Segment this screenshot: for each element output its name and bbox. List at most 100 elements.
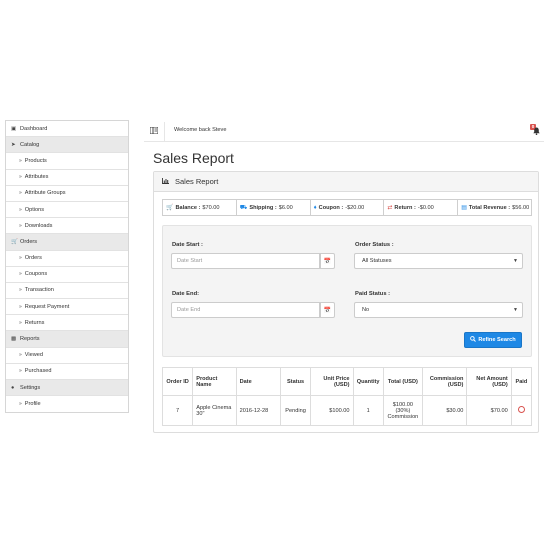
sidebar-item-label: Transaction (24, 287, 54, 294)
column-header-status[interactable]: Status (279, 367, 312, 396)
balance-value: $70.00 (202, 204, 220, 211)
sales-report-panel: Sales Report 🛒 Balance : $70.00 ⛟ Shippi… (153, 171, 539, 433)
tag-icon: ♦ (313, 204, 317, 211)
search-icon (470, 336, 477, 344)
revenue-summary: ▤ Total Revenue : $56.00 (458, 200, 531, 215)
sidebar-item-downloads[interactable]: » Downloads (6, 218, 128, 235)
shipping-value: $6.00 (278, 204, 293, 211)
sidebar-item-request-payment[interactable]: » Request Payment (6, 299, 128, 316)
column-header-paid[interactable]: Paid (510, 367, 533, 396)
sidebar-item-products[interactable]: » Products (6, 153, 128, 170)
date-end-label: Date End: (172, 291, 200, 297)
sidebar-item-label: Coupons (24, 271, 48, 278)
sidebar-item-purchased[interactable]: » Purchased (6, 363, 128, 380)
double-chevron-right-icon: » (19, 157, 22, 164)
sidebar-item-label: Viewed (24, 352, 44, 359)
sidebar-item-viewed[interactable]: » Viewed (6, 347, 128, 364)
balance-summary: 🛒 Balance : $70.00 (163, 200, 237, 215)
shipping-label: Shipping : (249, 204, 277, 211)
sidebar-item-label: Attribute Groups (24, 190, 66, 197)
sidebar-item-orders-section[interactable]: 🛒 Orders (6, 234, 128, 251)
panel-heading: Sales Report (154, 172, 538, 192)
column-header-unit-price[interactable]: Unit Price (USD) (310, 367, 354, 396)
summary-bar: 🛒 Balance : $70.00 ⛟ Shipping : $6.00 ♦ … (162, 199, 532, 216)
sidebar-item-label: Reports (20, 336, 40, 343)
double-chevron-right-icon: » (19, 368, 22, 375)
sidebar-item-profile[interactable]: » Profile (6, 396, 128, 413)
double-chevron-right-icon: » (19, 303, 22, 310)
column-header-order-id[interactable]: Order ID (161, 367, 194, 396)
cell-product-name[interactable]: Apple Cinema 30" (192, 395, 237, 426)
cell-unit-price: $100.00 (310, 395, 354, 426)
cell-quantity: 1 (352, 395, 384, 426)
column-header-total[interactable]: Total (USD) (382, 367, 424, 396)
cart-icon: 🛒 (166, 205, 174, 211)
sidebar-item-label: Request Payment (24, 303, 70, 310)
calendar-icon: 📅 (323, 258, 332, 265)
sidebar-item-label: Orders (24, 255, 42, 262)
double-chevron-right-icon: » (19, 222, 22, 229)
sidebar-item-dashboard[interactable]: ▣ Dashboard (6, 121, 128, 138)
sidebar-item-label: Orders (20, 238, 38, 245)
menu-toggle-button[interactable] (144, 122, 165, 141)
bar-chart-icon: ▩ (11, 336, 17, 343)
sidebar-item-orders[interactable]: » Orders (6, 250, 128, 267)
cart-icon: 🛒 (11, 238, 18, 245)
cell-total: $100.00 (30%) Commission (382, 395, 424, 426)
top-bar: Welcome back Steve 0 (144, 120, 544, 142)
coupon-value: -$20.00 (345, 204, 365, 211)
double-chevron-right-icon: » (19, 190, 22, 197)
truck-icon: ⛟ (239, 204, 248, 211)
bar-chart-icon (162, 177, 169, 186)
orders-table: Order ID Product Name Date Status Unit P… (161, 367, 533, 426)
sidebar-item-transaction[interactable]: » Transaction (6, 282, 128, 300)
notifications-button[interactable]: 0 (530, 124, 542, 138)
sidebar-item-label: Purchased (24, 368, 52, 375)
sidebar-item-label: Dashboard (20, 125, 48, 132)
user-icon: ● (11, 384, 15, 391)
sidebar-item-options[interactable]: » Options (6, 201, 128, 219)
date-end-calendar-button[interactable]: 📅 (320, 302, 335, 318)
balance-label: Balance : (175, 204, 201, 211)
column-header-commission[interactable]: Commission (USD) (422, 367, 468, 396)
date-end-input[interactable]: Date End (171, 302, 320, 318)
sidebar-item-returns[interactable]: » Returns (6, 315, 128, 332)
sidebar-item-reports[interactable]: ▩ Reports (6, 331, 128, 348)
return-summary: ⇄ Return : -$0.00 (384, 200, 459, 215)
sidebar-item-catalog[interactable]: ➤ Catalog (6, 137, 128, 154)
refine-search-button[interactable]: Refine Search (464, 332, 522, 348)
dashboard-icon: ▣ (11, 125, 17, 132)
bell-icon (533, 127, 540, 135)
double-chevron-right-icon: » (19, 319, 22, 326)
sidebar-item-settings[interactable]: ● Settings (6, 380, 128, 397)
double-chevron-right-icon: » (19, 206, 22, 213)
sidebar-item-attributes[interactable]: » Attributes (6, 169, 128, 186)
sidebar-item-coupons[interactable]: » Coupons (6, 266, 128, 283)
table-header-row: Order ID Product Name Date Status Unit P… (161, 367, 533, 396)
double-chevron-right-icon: » (19, 287, 22, 294)
double-chevron-right-icon: » (19, 174, 22, 181)
refine-search-label: Refine Search (478, 337, 516, 343)
column-header-date[interactable]: Date (235, 367, 281, 396)
paid-status-select[interactable]: No ▼ (354, 302, 523, 318)
column-header-product-name[interactable]: Product Name (192, 367, 237, 396)
sidebar-item-label: Products (24, 157, 47, 164)
page-title: Sales Report (153, 150, 234, 166)
welcome-text: Welcome back Steve (174, 127, 227, 133)
sidebar-item-label: Downloads (24, 222, 53, 229)
order-status-value: All Statuses (362, 258, 392, 264)
date-start-input[interactable]: Date Start (171, 253, 320, 269)
sidebar-item-label: Returns (24, 319, 45, 326)
sidebar-item-attribute-groups[interactable]: » Attribute Groups (6, 185, 128, 202)
date-start-calendar-button[interactable]: 📅 (320, 253, 335, 269)
order-status-select[interactable]: All Statuses ▼ (354, 253, 523, 269)
cell-paid (510, 395, 533, 426)
column-header-quantity[interactable]: Quantity (352, 367, 384, 396)
tags-icon: ➤ (11, 141, 16, 148)
shipping-summary: ⛟ Shipping : $6.00 (237, 200, 311, 215)
column-header-net-amount[interactable]: Net Amount (USD) (466, 367, 512, 396)
date-start-label: Date Start : (172, 242, 203, 248)
coupon-label: Coupon : (318, 204, 344, 211)
sidebar: ▣ Dashboard ➤ Catalog » Products » Attri… (5, 120, 129, 414)
paid-status-label: Paid Status : (355, 291, 391, 297)
